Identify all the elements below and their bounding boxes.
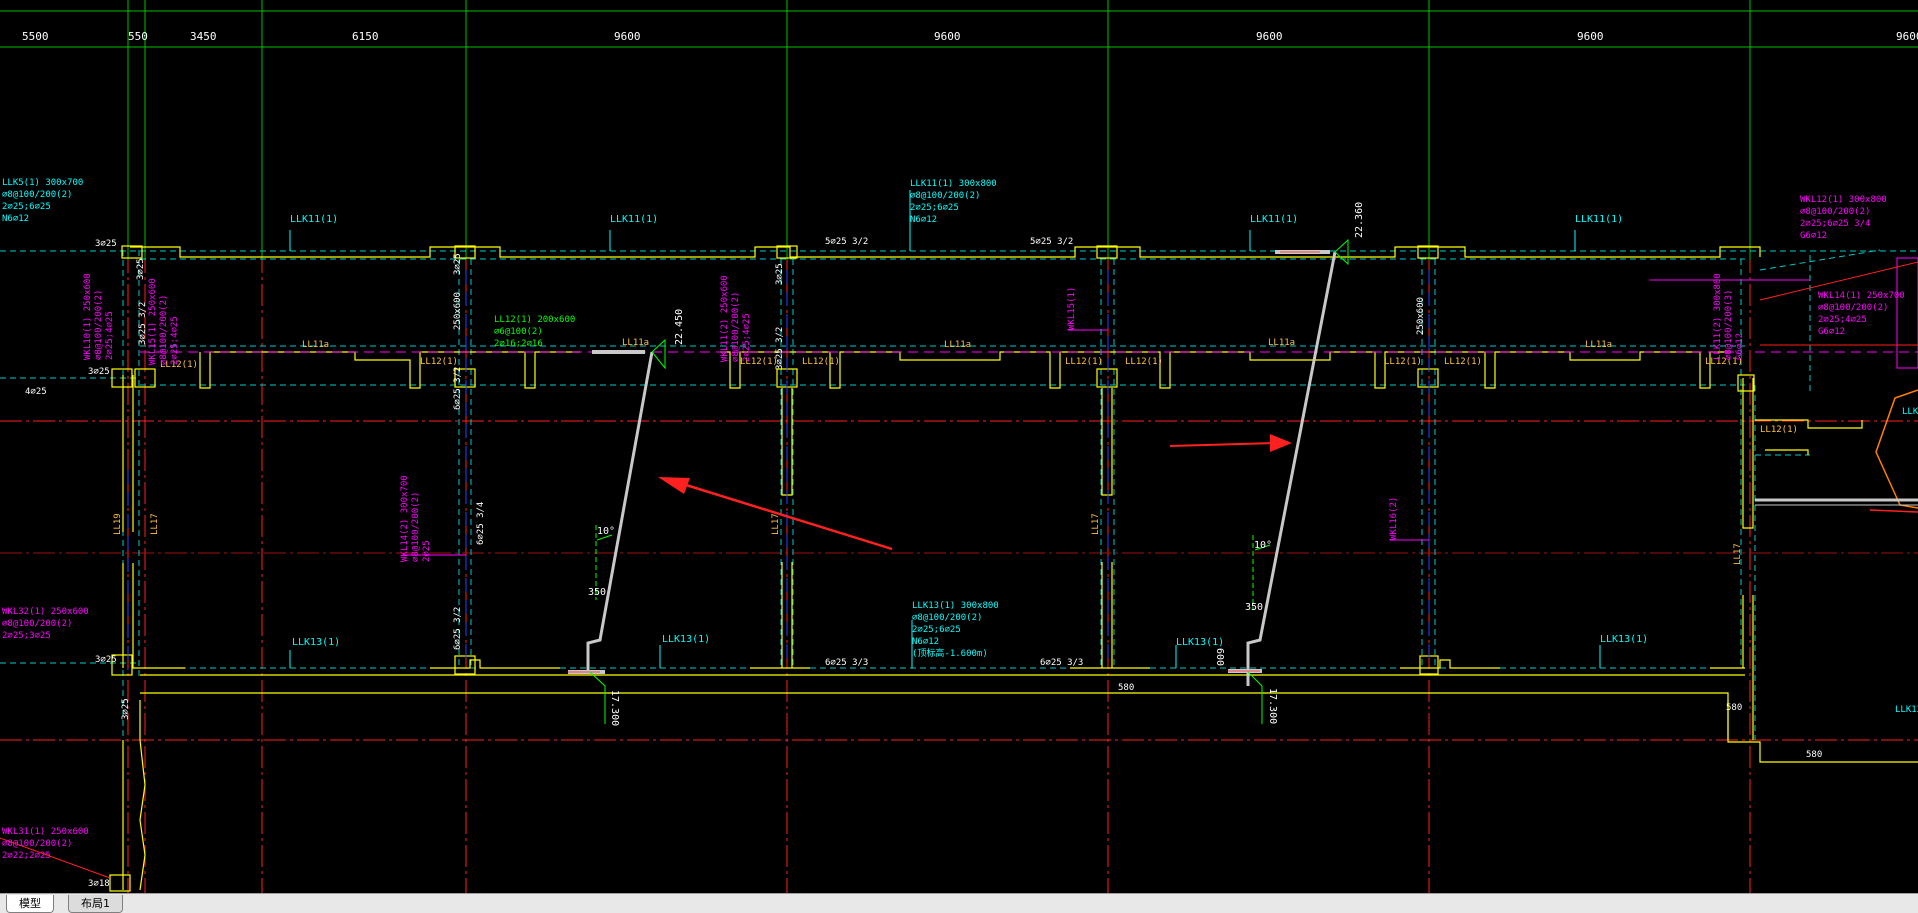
width-350-a: 350 <box>588 587 606 598</box>
elev-17300-b: 17.300 <box>1267 688 1278 724</box>
label-ll11a-c: LL11a <box>944 340 971 350</box>
label-ll11a-e: LL11a <box>1585 340 1612 350</box>
label-ll17-d: LL17 <box>1733 543 1743 565</box>
label-ll17-c: LL17 <box>1091 513 1101 535</box>
elev-22360: 22.360 <box>1354 202 1365 238</box>
rebar-vert-c: 6⌀25 3/4 <box>476 502 486 545</box>
rebar-vert-i: 3⌀25 <box>775 263 785 285</box>
drawing-canvas[interactable]: 5500 550 3450 6150 9600 9600 9600 9600 9… <box>0 0 1918 893</box>
dim-5500: 5500 <box>22 30 49 43</box>
dim-9600-e: 9600 <box>1896 30 1918 43</box>
rebar-vert-d: 6⌀25 3/2 <box>453 607 463 650</box>
rebar-4-25: 4⌀25 <box>25 387 47 397</box>
tab-model[interactable]: 模型 <box>6 895 54 913</box>
label-llk13-b: LLK13(1) <box>662 634 710 645</box>
dim-9600-c: 9600 <box>1256 30 1283 43</box>
elev-22450: 22.450 <box>674 309 685 345</box>
dim-9600-b: 9600 <box>934 30 961 43</box>
label-ll12-d: LL12(1) <box>802 357 840 367</box>
rebar-top-mid1: 5⌀25 3/2 <box>825 237 868 247</box>
rebar-3-25-a: 3⌀25 <box>95 239 117 249</box>
dim-9600-d: 9600 <box>1577 30 1604 43</box>
dim-6150: 6150 <box>352 30 379 43</box>
rebar-3-25-b: 3⌀25 <box>88 367 110 377</box>
angle-2: 10° <box>1254 540 1272 551</box>
label-ll12-h: LL12(1) <box>1444 357 1482 367</box>
label-llk11-d: LLK11(1) <box>1575 214 1623 225</box>
dim-9600-a: 9600 <box>614 30 641 43</box>
width-350-b: 350 <box>1245 602 1263 613</box>
rebar-3-18: 3⌀18 <box>88 879 110 889</box>
rebar-vert-b: 6⌀25 3/2 <box>453 367 463 410</box>
rebar-vert-h: 3⌀25 <box>453 253 463 275</box>
label-ll12-g: LL12(1) <box>1384 357 1422 367</box>
rebar-vert-k: 3⌀25 <box>121 698 131 720</box>
dim-580-b: 580 <box>1726 703 1742 713</box>
tab-layout1[interactable]: 布局1 <box>68 895 123 913</box>
cad-window: 5500 550 3450 6150 9600 9600 9600 9600 9… <box>0 0 1918 913</box>
label-wkl15: WKL15(1) <box>1067 287 1077 330</box>
label-llk12-right: LLK12(1) <box>1902 407 1918 417</box>
depth-600: 600 <box>1214 648 1225 666</box>
rebar-bot-mid2: 6⌀25 3/3 <box>1040 658 1083 668</box>
label-llk11-a: LLK11(1) <box>290 214 338 225</box>
dim-550: 550 <box>128 30 148 43</box>
dim-580-c: 580 <box>1806 750 1822 760</box>
rebar-3-25-c: 3⌀25 <box>95 655 117 665</box>
rebar-vert-j: 3⌀25 <box>136 258 146 280</box>
label-ll19: LL19 <box>113 513 123 535</box>
label-ll17-a: LL17 <box>150 513 160 535</box>
label-wkl16: WKL16(2) <box>1389 497 1399 540</box>
elev-17300-a: 17.300 <box>609 690 620 726</box>
label-ll11a-a: LL11a <box>302 340 329 350</box>
label-ll12-e: LL12(1) <box>1065 357 1103 367</box>
label-llk13-d: LLK13(1) <box>1600 634 1648 645</box>
label-llk13-right: LLK13(1) <box>1895 705 1918 715</box>
rebar-vert-e: 250x600 <box>453 292 463 330</box>
angle-1: 10° <box>597 526 615 537</box>
label-llk13-a: LLK13(1) <box>292 637 340 648</box>
label-llk11-b: LLK11(1) <box>610 214 658 225</box>
dim-3450: 3450 <box>190 30 217 43</box>
label-ll12-f: LL12(1) <box>1125 357 1163 367</box>
label-ll17-b: LL17 <box>771 513 781 535</box>
layout-tab-bar: 模型 布局1 <box>0 893 1918 913</box>
label-llk13-c: LLK13(1) <box>1176 637 1224 648</box>
label-ll11a-b: LL11a <box>622 338 649 348</box>
label-ll12-b: LL12(1) <box>420 357 458 367</box>
dim-580-a: 580 <box>1118 683 1134 693</box>
rebar-top-mid2: 5⌀25 3/2 <box>1030 237 1073 247</box>
rebar-vert-f: 250x600 <box>1416 297 1426 335</box>
rebar-vert-a: 3⌀25 3/2 <box>138 302 148 345</box>
label-ll12-j: LL12(1) <box>1760 425 1798 435</box>
rebar-bot-mid1: 6⌀25 3/3 <box>825 658 868 668</box>
label-llk11-c: LLK11(1) <box>1250 214 1298 225</box>
label-ll11a-d: LL11a <box>1268 338 1295 348</box>
